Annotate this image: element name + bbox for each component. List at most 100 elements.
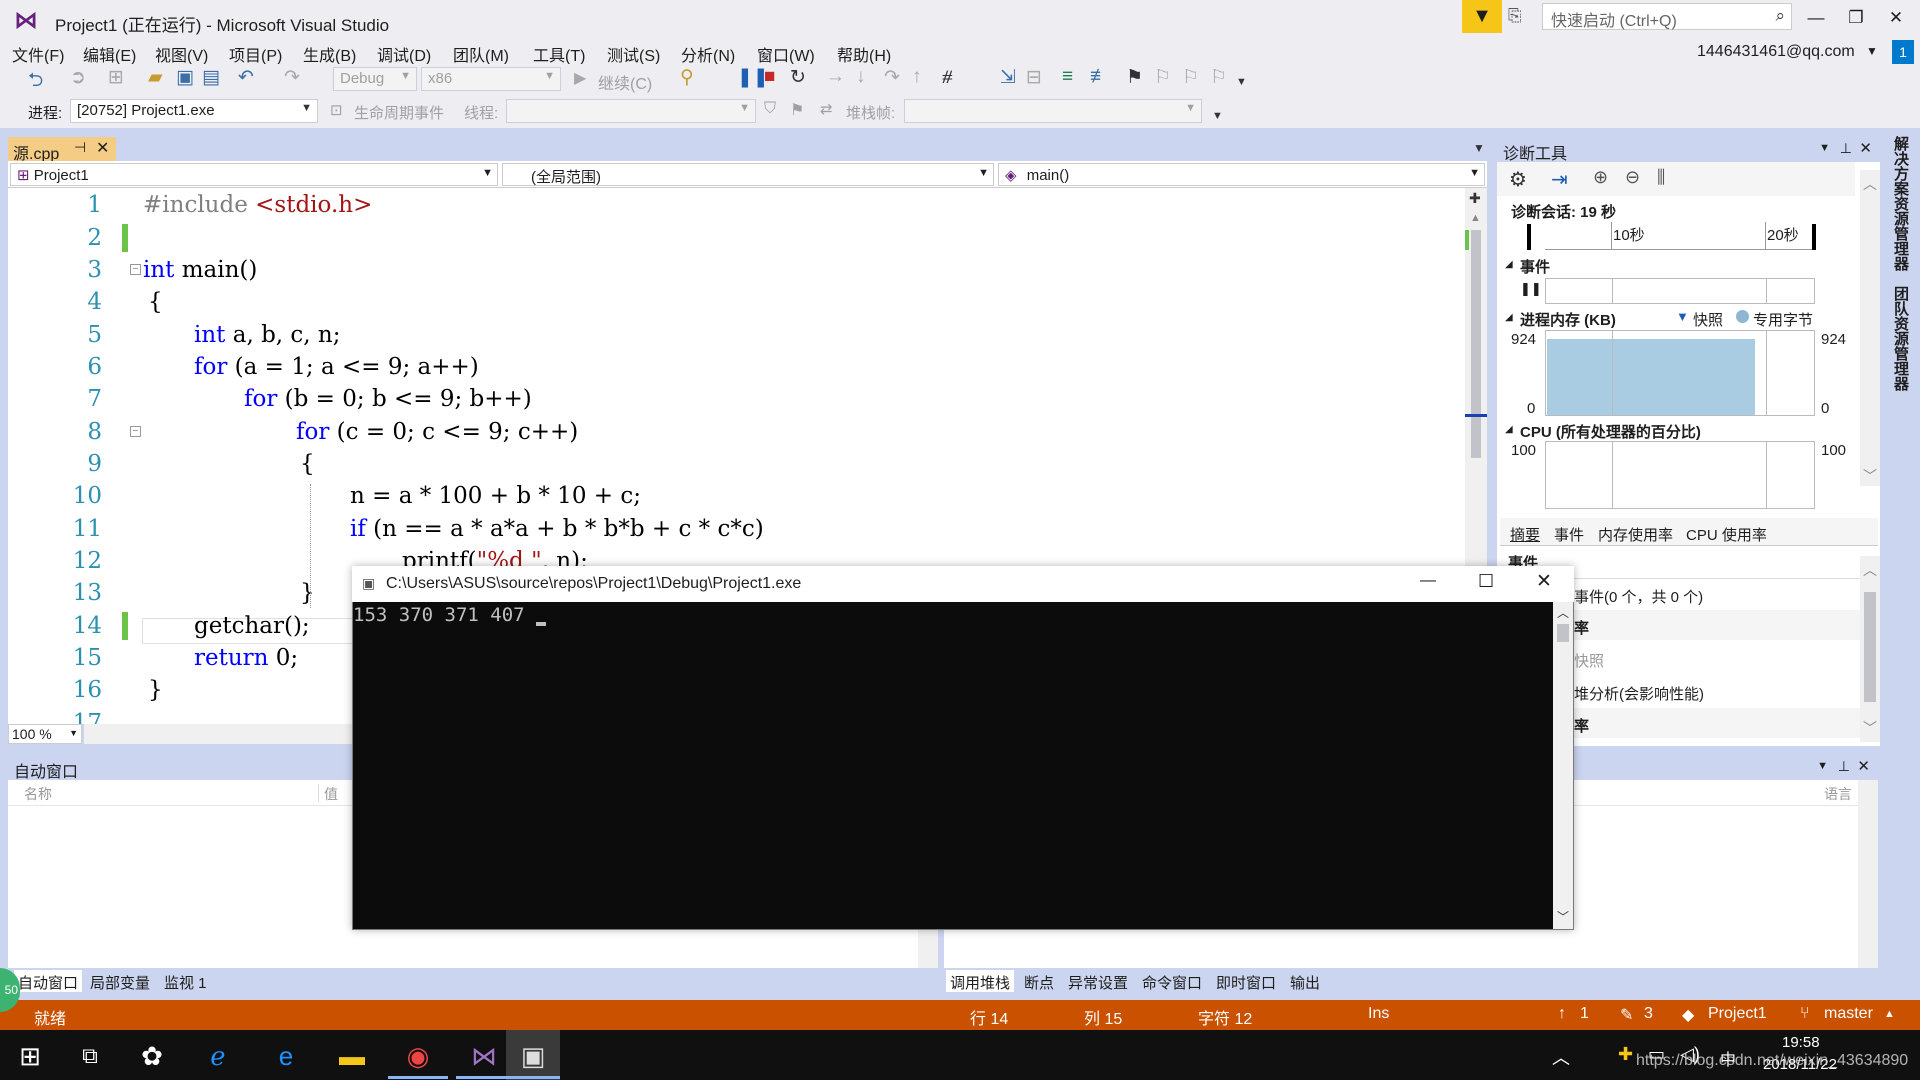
split-icon[interactable]: ✚	[1469, 190, 1481, 207]
disabled-bookmark-icon[interactable]: ⊟	[1026, 66, 1042, 89]
console-title-bar[interactable]: ▣ C:\Users\ASUS\source\repos\Project1\De…	[352, 566, 1574, 602]
internet-explorer-icon[interactable]: ℯ	[196, 1038, 240, 1074]
find-icon[interactable]: ⚲	[680, 66, 694, 89]
scrollbar-thumb[interactable]	[1557, 624, 1569, 642]
feedback-icon[interactable]: ⎘	[1508, 6, 1522, 26]
tab-command-window[interactable]: 命令窗口	[1138, 970, 1206, 992]
step-into-icon[interactable]: ↓	[856, 66, 866, 88]
timeline-ruler[interactable]: 10秒 20秒	[1545, 222, 1815, 250]
solution-config-dropdown[interactable]: Debug ▼	[333, 67, 417, 91]
close-icon[interactable]: ✕	[1859, 139, 1872, 157]
column-language[interactable]: 语言	[1824, 784, 1852, 804]
lifecycle-events-button[interactable]: 生命周期事件	[354, 102, 444, 123]
close-icon[interactable]: ✕	[96, 138, 109, 158]
redo-icon[interactable]: ↷	[284, 66, 300, 89]
quick-launch-input[interactable]: 快速启动 (Ctrl+Q) ⌕	[1542, 3, 1792, 30]
toolbar-overflow-icon[interactable]: ▼	[1212, 110, 1223, 122]
save-all-icon[interactable]: ▤	[202, 66, 220, 89]
project-dropdown[interactable]: ⊞ Project1 ▼	[10, 163, 498, 186]
scroll-up-icon[interactable]: ︿	[1863, 174, 1877, 194]
bookmark-icon[interactable]: ⚑	[1126, 66, 1143, 89]
tab-watch-1[interactable]: 监视 1	[160, 970, 211, 992]
tab-exception-settings[interactable]: 异常设置	[1064, 970, 1132, 992]
take-snapshot-link[interactable]: 快照	[1574, 650, 1604, 671]
tab-breakpoints[interactable]: 断点	[1020, 970, 1058, 992]
clear-bookmarks-icon[interactable]: ⚐	[1210, 66, 1227, 89]
notification-badge[interactable]: 1	[1892, 40, 1914, 64]
windows-start-icon[interactable]: ⊞	[8, 1038, 52, 1074]
tab-output[interactable]: 输出	[1286, 970, 1324, 992]
close-button[interactable]: ✕	[1876, 4, 1916, 32]
tab-memory-usage[interactable]: 内存使用率	[1598, 524, 1673, 545]
team-explorer-tab[interactable]: 团队资源管理器	[1890, 286, 1911, 391]
settings-gear-icon[interactable]: ⚙	[1509, 167, 1527, 192]
step-out-icon[interactable]: ↑	[912, 66, 922, 88]
uncomment-icon[interactable]: ≢	[1090, 66, 1109, 88]
clock-time[interactable]: 19:58	[1782, 1034, 1820, 1051]
call-stack-scrollbar[interactable]	[1858, 780, 1878, 968]
chart-icon[interactable]: ⫼	[1657, 167, 1665, 188]
console-scrollbar[interactable]: ︿ ﹀	[1553, 602, 1573, 929]
expand-stack-icon[interactable]: ⇄	[820, 100, 833, 118]
repo-icon[interactable]: ◆	[1682, 1005, 1694, 1025]
scroll-up-icon[interactable]: ︿	[1557, 604, 1569, 621]
forward-icon[interactable]: ➲	[70, 66, 86, 89]
export-icon[interactable]: ⇥	[1551, 167, 1568, 192]
restore-button[interactable]: ❐	[1836, 4, 1876, 32]
chevron-down-icon[interactable]: ▼	[1473, 141, 1485, 155]
scroll-down-icon[interactable]: ﹀	[1863, 718, 1877, 738]
scope-dropdown[interactable]: (全局范围) ▼	[502, 163, 994, 186]
column-value[interactable]: 值	[324, 784, 338, 804]
menu-file[interactable]: 文件(F)	[12, 42, 64, 66]
pause-icon[interactable]: ❚❚	[1520, 281, 1542, 297]
account-name[interactable]: 1446431461@qq.com	[1697, 43, 1855, 61]
scrollbar-thumb[interactable]	[1471, 230, 1481, 458]
chevron-down-icon[interactable]: ▼	[1817, 760, 1828, 772]
member-dropdown[interactable]: ◈ main() ▼	[998, 163, 1485, 186]
continue-icon[interactable]: ▶	[574, 68, 586, 88]
chevron-up-icon[interactable]: ︿	[1552, 1044, 1570, 1070]
app-icon[interactable]: ✿	[130, 1038, 174, 1074]
minimize-icon[interactable]: —	[1420, 572, 1436, 590]
process-dropdown[interactable]: [20752] Project1.exe ▼	[70, 99, 318, 123]
filter-icon[interactable]: ⛉	[764, 100, 776, 118]
prev-bookmark-icon[interactable]: ⚐	[1154, 66, 1171, 89]
collapse-icon[interactable]: −	[130, 264, 141, 275]
step-over-icon[interactable]: ↷	[884, 66, 900, 89]
menu-tools[interactable]: 工具(T)	[533, 42, 585, 66]
tab-call-stack[interactable]: 调用堆栈	[946, 970, 1015, 992]
scroll-down-icon[interactable]: ﹀	[1863, 466, 1877, 486]
zoom-dropdown[interactable]: 100 % ▼	[8, 724, 82, 744]
expand-triangle-icon[interactable]: ◢	[1505, 424, 1513, 435]
status-push-count[interactable]: 1	[1580, 1005, 1589, 1023]
tab-immediate-window[interactable]: 即时窗口	[1212, 970, 1280, 992]
chevron-up-icon[interactable]: ▲	[1884, 1008, 1895, 1020]
collapse-icon[interactable]: −	[130, 426, 141, 437]
column-divider[interactable]	[318, 784, 319, 802]
maximize-icon[interactable]: ☐	[1478, 571, 1494, 592]
platform-dropdown[interactable]: x86 ▼	[421, 67, 561, 91]
tab-summary[interactable]: 摘要	[1510, 524, 1540, 545]
restart-icon[interactable]: ↻	[790, 66, 806, 89]
notifications-filter-icon[interactable]: ▼	[1462, 0, 1502, 33]
chevron-down-icon[interactable]: ▼	[1866, 44, 1878, 58]
scroll-up-icon[interactable]: ︿	[1863, 560, 1877, 580]
zoom-in-icon[interactable]: ⊕	[1593, 167, 1608, 188]
push-arrow-icon[interactable]: ↑	[1558, 1005, 1566, 1023]
comment-icon[interactable]: ≡	[1062, 66, 1073, 88]
edge-browser-icon[interactable]: e	[264, 1038, 308, 1074]
heap-profiling-link[interactable]: 堆分析(会影响性能)	[1574, 683, 1704, 704]
chrome-like-icon[interactable]: ◉	[396, 1038, 440, 1074]
column-name[interactable]: 名称	[24, 784, 52, 804]
branch-icon[interactable]: ⑂	[1800, 1005, 1810, 1023]
pin-icon[interactable]: ⊥	[1838, 758, 1850, 775]
visual-studio-taskbar-icon[interactable]: ⋈	[462, 1038, 506, 1074]
menu-test[interactable]: 测试(S)	[607, 42, 660, 66]
file-explorer-icon[interactable]: ▬	[330, 1038, 374, 1074]
undo-icon[interactable]: ↶	[238, 66, 254, 89]
pencil-icon[interactable]: ✎	[1620, 1005, 1633, 1025]
stop-icon[interactable]: ■	[764, 66, 775, 88]
next-bookmark-icon[interactable]: ⚐	[1182, 66, 1199, 89]
menu-analyze[interactable]: 分析(N)	[681, 42, 735, 66]
stackframe-dropdown[interactable]: ▼	[904, 99, 1202, 123]
